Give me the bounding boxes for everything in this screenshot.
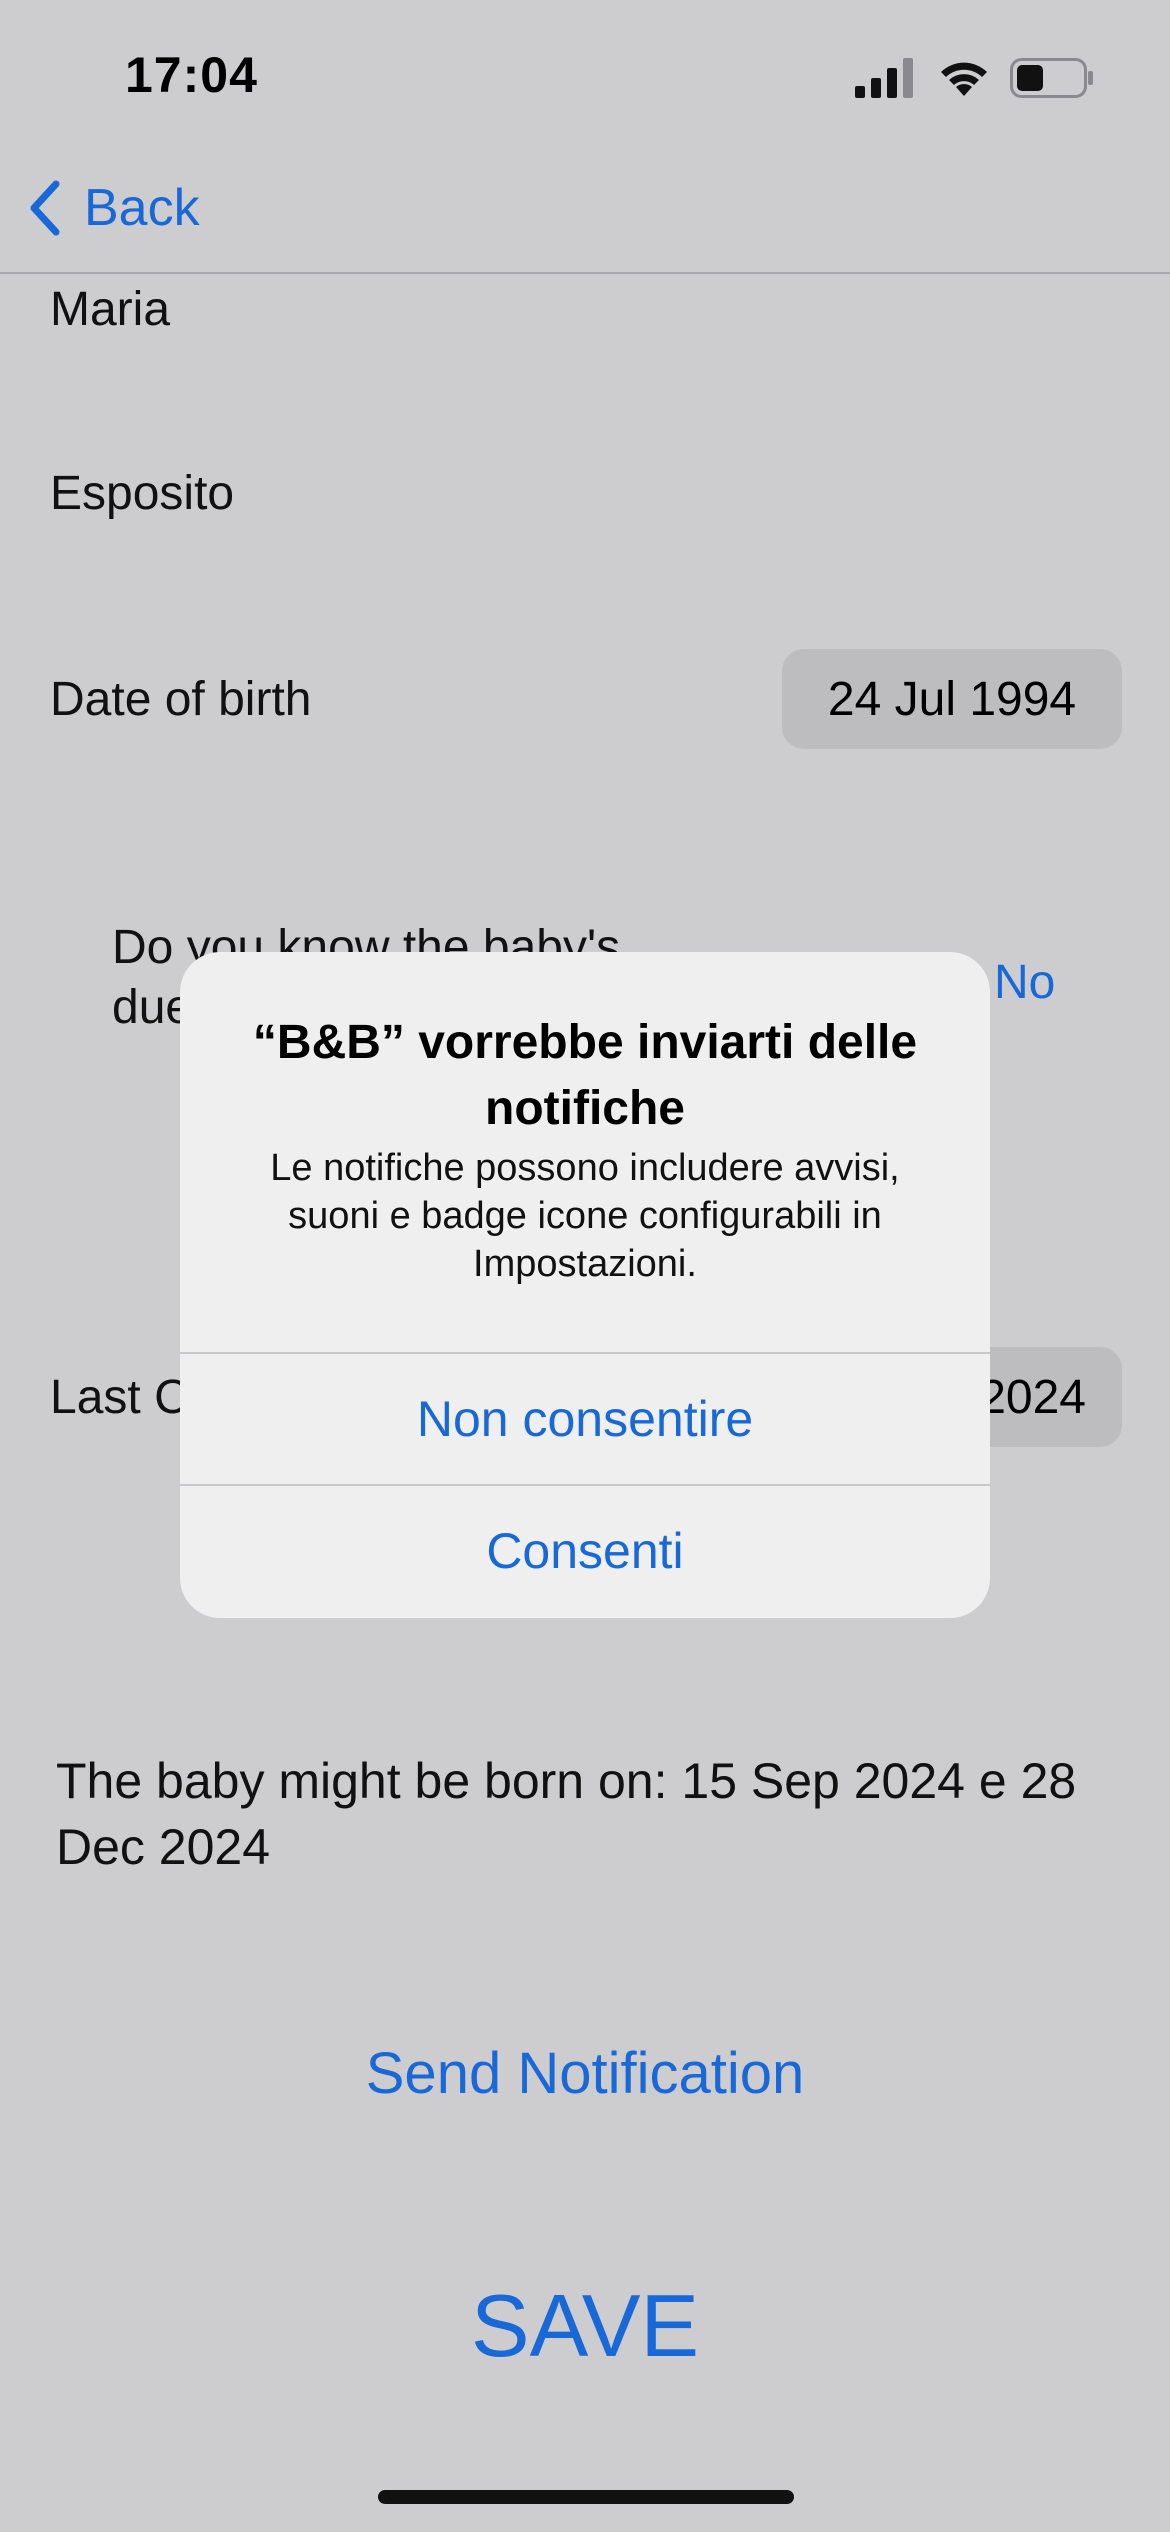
nav-divider xyxy=(0,272,1170,274)
notification-permission-alert: “B&B” vorrebbe inviarti delle notifiche … xyxy=(180,952,990,1618)
last-cycle-label: Last C xyxy=(50,1371,189,1424)
back-button[interactable]: Back xyxy=(26,178,200,238)
cellular-signal-icon xyxy=(855,58,913,98)
deny-notifications-button[interactable]: Non consentire xyxy=(180,1354,990,1484)
chevron-left-icon xyxy=(30,180,60,236)
due-date-answer-button[interactable]: No xyxy=(994,955,1055,1010)
due-date-prediction: The baby might be born on: 15 Sep 2024 e… xyxy=(56,1753,1077,1875)
allow-notifications-button[interactable]: Consenti xyxy=(180,1486,990,1616)
date-of-birth-label: Date of birth xyxy=(50,673,312,726)
back-label: Back xyxy=(84,179,200,237)
wifi-icon xyxy=(941,62,987,96)
last-name-field[interactable]: Esposito xyxy=(50,466,234,521)
last-cycle-value: 2024 xyxy=(979,1370,1086,1424)
date-of-birth-value: 24 Jul 1994 xyxy=(827,672,1077,726)
alert-message: Le notifiche possono includere avvisi, s… xyxy=(270,1147,900,1285)
status-time: 17:04 xyxy=(125,47,258,103)
home-indicator[interactable] xyxy=(378,2490,794,2504)
date-of-birth-picker[interactable]: 24 Jul 1994 xyxy=(782,649,1122,749)
first-name-field[interactable]: Maria xyxy=(50,282,170,337)
send-notification-button[interactable]: Send Notification xyxy=(0,2040,1170,2107)
alert-title: “B&B” vorrebbe inviarti delle notifiche xyxy=(252,1016,918,1135)
battery-icon xyxy=(1010,58,1093,98)
save-button[interactable]: SAVE xyxy=(0,2275,1170,2377)
